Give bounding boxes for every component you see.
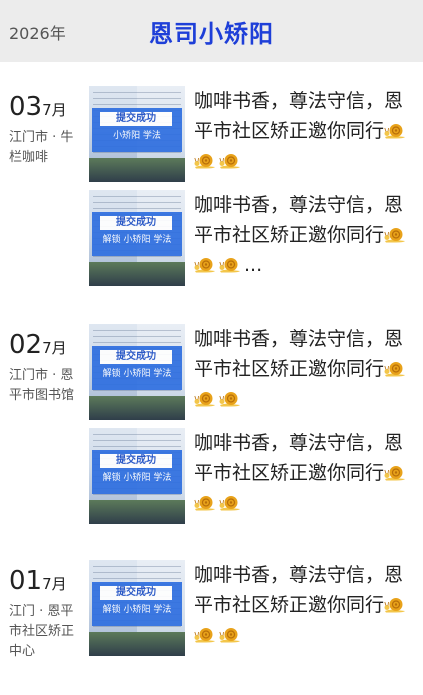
post-location[interactable]: 江门 · 恩平市社区矫正中心	[9, 602, 81, 662]
snail-icon	[219, 496, 240, 511]
snail-icon	[219, 628, 240, 643]
post-date: 037月	[9, 92, 67, 125]
snail-icon	[219, 392, 240, 407]
post-day: 02	[9, 330, 43, 360]
post-thumbnail[interactable]: 提交成功 解锁 小矫阳 学法	[89, 324, 185, 420]
post-location[interactable]: 江门市 · 牛栏咖啡	[9, 128, 81, 168]
post-title[interactable]: 咖啡书香，尊法守信，恩平市社区矫正邀你同行	[194, 86, 414, 176]
post-day: 01	[9, 566, 43, 596]
snail-icon	[384, 362, 406, 377]
timeline-header: 2026年 恩司小矫阳	[0, 0, 423, 62]
post-month: 7月	[42, 339, 67, 357]
post-thumbnail[interactable]: 提交成功 解锁 小矫阳 学法	[89, 428, 185, 524]
snail-icon	[384, 598, 406, 613]
snail-icon	[194, 258, 215, 273]
snail-icon	[384, 124, 406, 139]
snail-icon	[194, 628, 215, 643]
snail-icon	[194, 392, 215, 407]
timeline-entry[interactable]: 提交成功 解锁 小矫阳 学法 咖啡书香，尊法守信，恩平市社区矫正邀你同行...	[89, 190, 419, 286]
post-thumbnail[interactable]: 提交成功 解锁 小矫阳 学法	[89, 190, 185, 286]
post-day: 03	[9, 92, 43, 122]
snail-icon	[384, 228, 406, 243]
post-thumbnail[interactable]: 提交成功 小矫阳 学法	[89, 86, 185, 182]
post-location[interactable]: 江门市 · 恩平市图书馆	[9, 366, 81, 406]
snail-icon	[219, 154, 240, 169]
post-thumbnail[interactable]: 提交成功 解锁 小矫阳 学法	[89, 560, 185, 656]
post-title[interactable]: 咖啡书香，尊法守信，恩平市社区矫正邀你同行...	[194, 190, 414, 280]
post-month: 7月	[42, 575, 67, 593]
timeline-entry[interactable]: 提交成功 解锁 小矫阳 学法 咖啡书香，尊法守信，恩平市社区矫正邀你同行	[89, 324, 419, 420]
post-date: 027月	[9, 330, 67, 363]
account-name[interactable]: 恩司小矫阳	[0, 14, 423, 49]
timeline-entry[interactable]: 提交成功 解锁 小矫阳 学法 咖啡书香，尊法守信，恩平市社区矫正邀你同行	[89, 560, 419, 656]
snail-icon	[194, 154, 215, 169]
post-title[interactable]: 咖啡书香，尊法守信，恩平市社区矫正邀你同行	[194, 428, 414, 518]
snail-icon	[384, 466, 406, 481]
snail-icon	[219, 258, 240, 273]
snail-icon	[194, 496, 215, 511]
timeline-entry[interactable]: 提交成功 解锁 小矫阳 学法 咖啡书香，尊法守信，恩平市社区矫正邀你同行	[89, 428, 419, 524]
timeline-entry[interactable]: 提交成功 小矫阳 学法 咖啡书香，尊法守信，恩平市社区矫正邀你同行	[89, 86, 419, 182]
post-date: 017月	[9, 566, 67, 599]
post-title[interactable]: 咖啡书香，尊法守信，恩平市社区矫正邀你同行	[194, 324, 414, 414]
post-title[interactable]: 咖啡书香，尊法守信，恩平市社区矫正邀你同行	[194, 560, 414, 650]
post-month: 7月	[42, 101, 67, 119]
